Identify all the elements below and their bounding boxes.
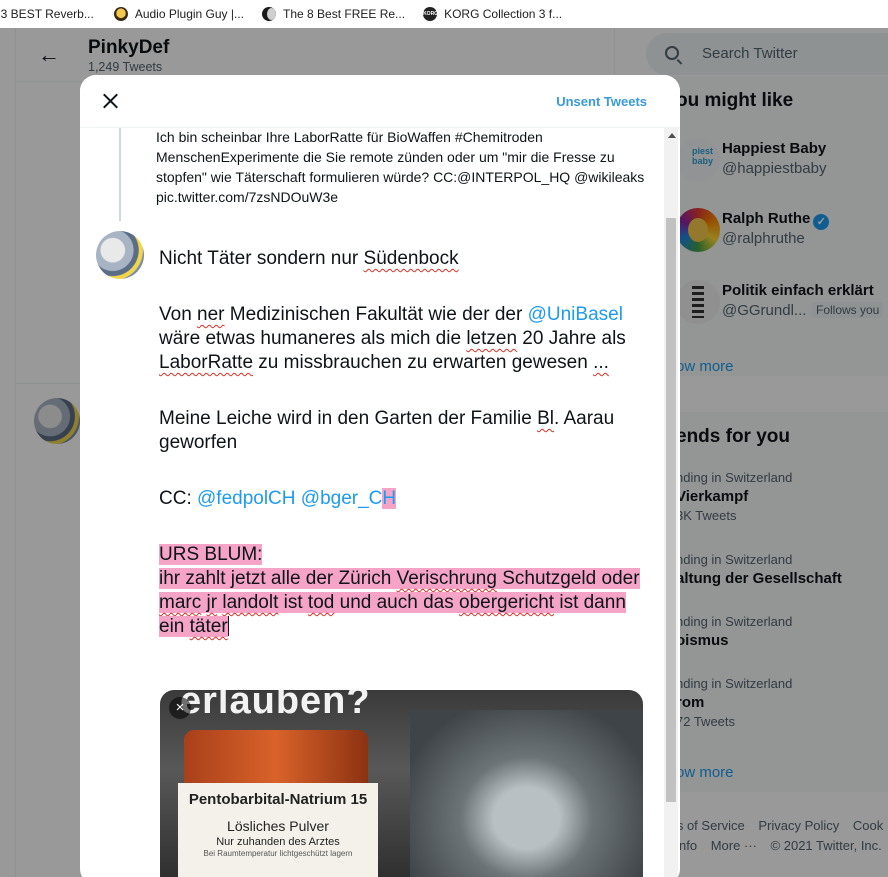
misspelled-word: Bl bbox=[537, 408, 554, 429]
misspelled-word: Südenbock bbox=[363, 248, 459, 269]
misspelled-word: letzen bbox=[466, 328, 518, 349]
text-run: Schutzgeld oder bbox=[496, 568, 640, 589]
unsent-tweets-button[interactable]: Unsent Tweets bbox=[556, 94, 647, 109]
bookmark-label: KORG Collection 3 f... bbox=[444, 7, 563, 21]
text-run: ihr zahlt jetzt alle der Zürich bbox=[159, 568, 397, 589]
glass-image-region bbox=[410, 710, 643, 877]
text-run: Meine Leiche wird in den Garten der Fami… bbox=[159, 408, 538, 429]
moon-icon bbox=[262, 7, 277, 21]
bookmark-audio-plugin-guy[interactable]: Audio Plugin Guy |... bbox=[113, 7, 245, 21]
plugin-guy-icon bbox=[113, 7, 128, 21]
selected-text: ihr zahlt jetzt alle der Zürich Verischr… bbox=[159, 568, 640, 637]
draft-paragraph: Von ner Medizinischen Fakultät wie der d… bbox=[159, 303, 649, 375]
text-run: ist bbox=[278, 592, 308, 613]
label-line: Lösliches Pulver bbox=[227, 818, 329, 834]
text-run: Nicht Täter sondern nur bbox=[159, 248, 364, 269]
label-line: Pentobarbital-Natrium 15 bbox=[188, 791, 368, 808]
misspelled-word: LaborRatte bbox=[159, 352, 254, 373]
previous-tweet-text: Ich bin scheinbar Ihre LaborRatte für Bi… bbox=[156, 129, 645, 205]
misspelled-word: Verischrung bbox=[396, 568, 497, 589]
bottle-label: Pentobarbital-Natrium 15 Lösliches Pulve… bbox=[178, 783, 378, 877]
bookmark-best-free[interactable]: The 8 Best FREE Re... bbox=[262, 7, 405, 21]
misspelled-word: landolt bbox=[222, 592, 279, 613]
avatar bbox=[96, 231, 144, 279]
bookmark-korg[interactable]: KORG KORG Collection 3 f... bbox=[423, 7, 562, 21]
draft-paragraph: CC: @fedpolCH @bger_CH bbox=[159, 487, 649, 511]
text-run: zu missbrauchen zu erwarten gewesen bbox=[253, 352, 594, 373]
mention-link[interactable]: @UniBasel bbox=[528, 304, 623, 325]
misspelled-word: täter bbox=[189, 616, 228, 637]
bookmark-reverb[interactable]: 13 BEST Reverb... bbox=[0, 7, 94, 21]
korg-icon: KORG bbox=[423, 7, 438, 21]
scrollbar-thumb[interactable] bbox=[666, 218, 676, 802]
misspelled-word: marc bbox=[159, 592, 202, 613]
text-run: wäre etwas humaneres als mich die bbox=[159, 328, 467, 349]
mention-link[interactable]: @fedpolCH bbox=[197, 488, 296, 509]
tweet-text-input[interactable]: Nicht Täter sondern nur Südenbock Von ne… bbox=[159, 247, 649, 639]
draft-paragraph: Nicht Täter sondern nur Südenbock bbox=[159, 247, 649, 271]
label-line: Nur zuhanden des Arztes bbox=[216, 836, 340, 848]
attached-image: Pentobarbital-Natrium 15 Lösliches Pulve… bbox=[160, 690, 643, 877]
close-icon[interactable] bbox=[98, 88, 124, 114]
bookmark-label: 13 BEST Reverb... bbox=[0, 7, 94, 21]
misspelled-word: jr bbox=[206, 592, 218, 613]
bookmarks-bar: 13 BEST Reverb... Audio Plugin Guy |... … bbox=[0, 0, 888, 28]
selected-text: URS BLUM: bbox=[159, 544, 263, 565]
text-run: 20 Jahre als bbox=[517, 328, 626, 349]
compose-modal: Unsent Tweets Ich bin scheinbar Ihre Lab… bbox=[80, 75, 680, 877]
scroll-up-arrow-icon[interactable] bbox=[668, 133, 676, 138]
misspelled-word: tod bbox=[307, 592, 335, 613]
draft-paragraph: Meine Leiche wird in den Garten der Fami… bbox=[159, 407, 649, 455]
draft-paragraph: URS BLUM: ihr zahlt jetzt alle der Züric… bbox=[159, 543, 649, 639]
text-run: Von bbox=[159, 304, 198, 325]
misspelled-word: obergericht bbox=[459, 592, 555, 613]
bookmark-label: Audio Plugin Guy |... bbox=[134, 7, 245, 21]
image-overlay-text: erlauben? bbox=[180, 690, 371, 722]
text-run: CC: bbox=[159, 488, 197, 509]
text-run: und auch das bbox=[334, 592, 459, 613]
selected-text: H bbox=[382, 488, 397, 509]
misspelled-word: ner bbox=[197, 304, 225, 325]
bookmark-label: The 8 Best FREE Re... bbox=[283, 7, 406, 21]
modal-header: Unsent Tweets bbox=[80, 75, 680, 128]
label-line: Bei Raumtemperatur lichtgeschützt lagern bbox=[203, 849, 353, 858]
thread-line bbox=[119, 128, 121, 221]
mention-link[interactable]: @bger_C bbox=[301, 488, 383, 509]
remove-media-close-icon[interactable]: × bbox=[169, 697, 191, 719]
text-run: Medizinischen Fakultät wie der der bbox=[224, 304, 528, 325]
text-caret bbox=[227, 616, 229, 636]
misspelled-word: ... bbox=[593, 352, 609, 373]
